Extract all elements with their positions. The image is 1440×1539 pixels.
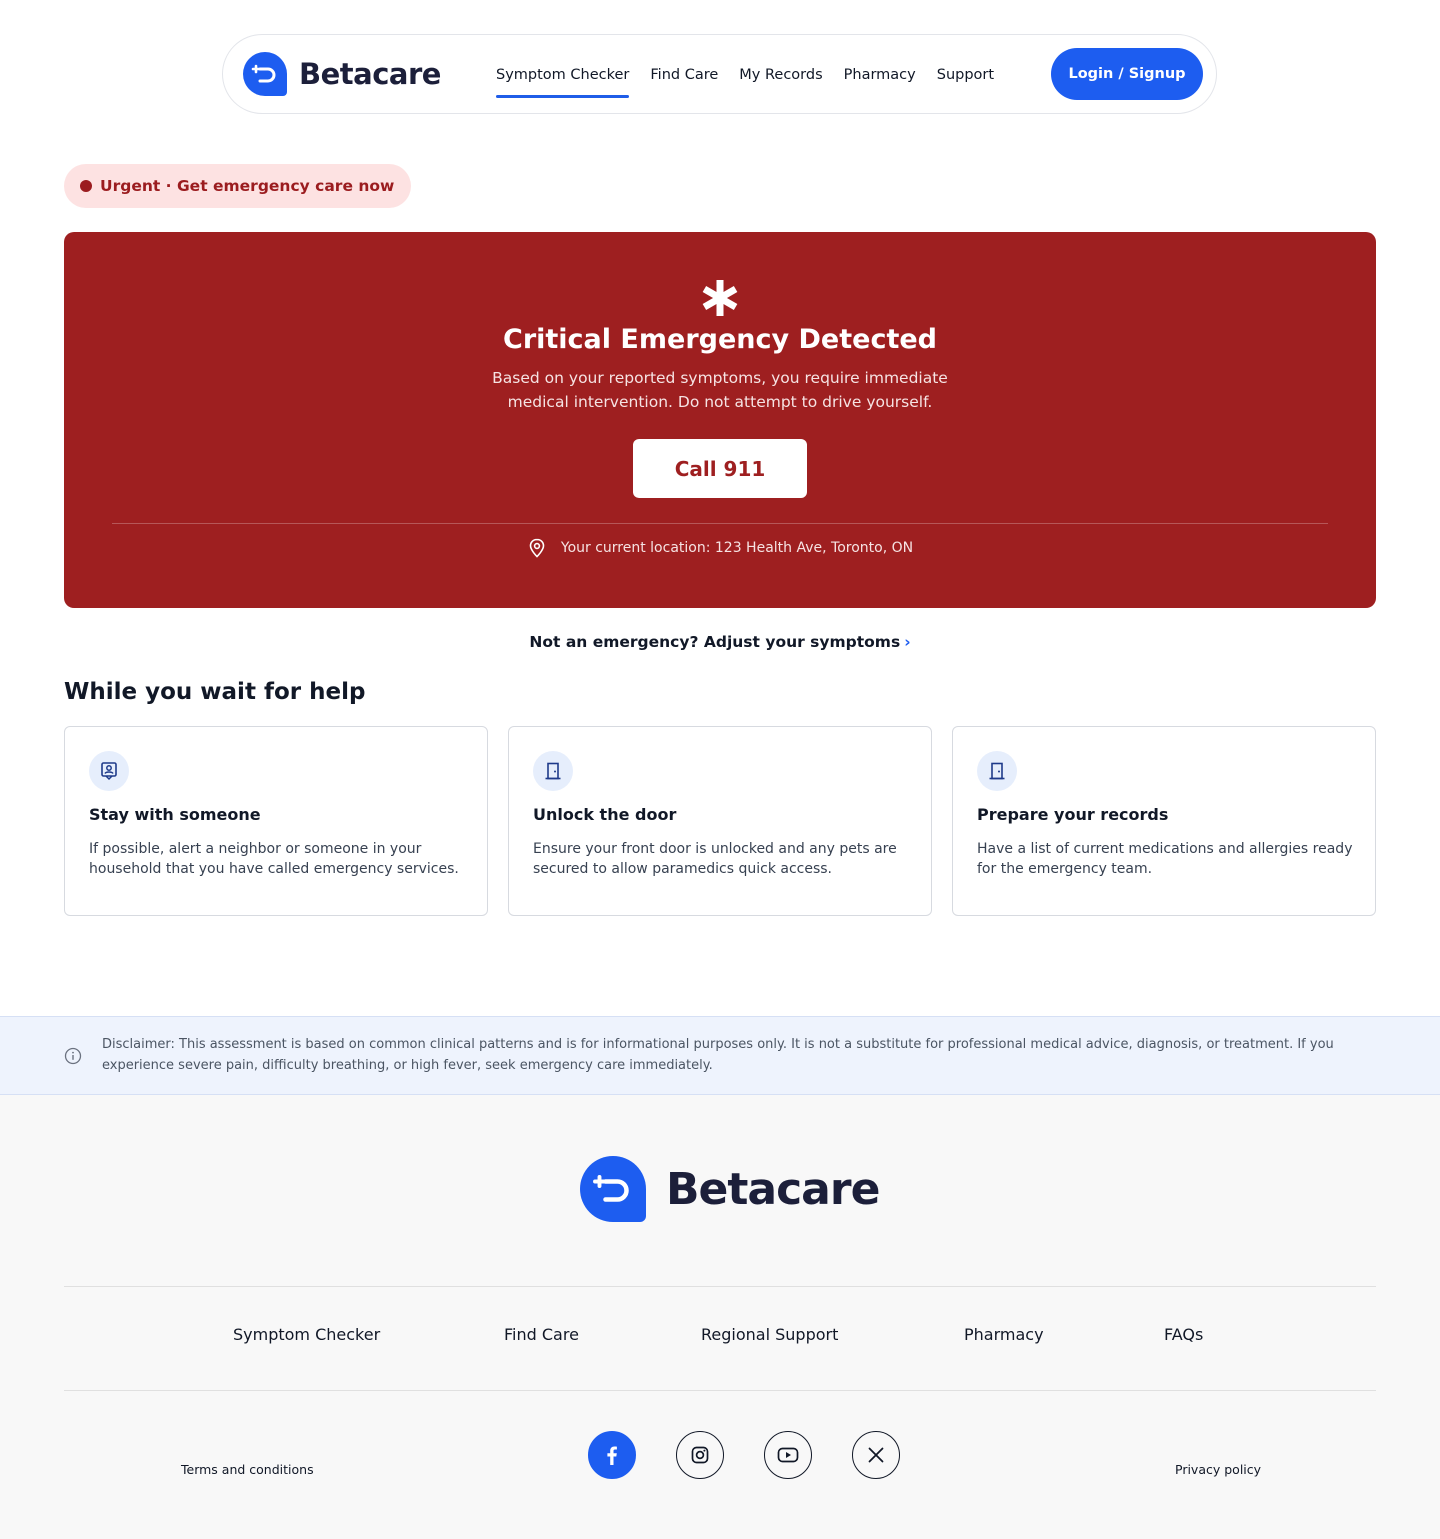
urgent-dot-icon	[80, 180, 92, 192]
location-pin-icon	[529, 538, 545, 558]
nav-find-care[interactable]: Find Care	[650, 35, 718, 115]
card-text: Ensure your front door is unlocked and a…	[533, 841, 897, 877]
wait-card-prepare-records: Prepare your records Have a list of curr…	[952, 726, 1376, 916]
location-text: Your current location: 123 Health Ave, T…	[560, 540, 914, 556]
betacare-logo-icon	[580, 1156, 646, 1222]
wait-section-title: While you wait for help	[64, 679, 366, 705]
footer-brand-name: Betacare	[666, 1163, 880, 1215]
adjust-symptoms-link[interactable]: Not an emergency? Adjust your symptoms ›	[0, 633, 1440, 651]
asterisk-icon	[702, 280, 738, 316]
adjust-symptoms-label: Not an emergency? Adjust your symptoms	[529, 633, 901, 651]
current-location: Your current location: 123 Health Ave, T…	[64, 538, 1376, 558]
login-signup-button[interactable]: Login / Signup	[1051, 48, 1203, 100]
brand[interactable]: Betacare	[243, 52, 441, 96]
door-icon	[533, 751, 573, 791]
urgent-badge-text: Urgent · Get emergency care now	[100, 177, 395, 195]
footer-link-regional-support[interactable]: Regional Support	[701, 1325, 838, 1344]
betacare-logo-icon	[243, 52, 287, 96]
emergency-panel: Critical Emergency Detected Based on you…	[64, 232, 1376, 608]
main-nav: Symptom Checker Find Care My Records Pha…	[496, 35, 1015, 115]
person-badge-icon	[89, 751, 129, 791]
footer-link-faqs[interactable]: FAQs	[1164, 1325, 1203, 1344]
nav-symptom-checker[interactable]: Symptom Checker	[496, 35, 630, 115]
disclaimer-banner: Disclaimer: This assessment is based on …	[0, 1016, 1440, 1095]
urgent-badge: Urgent · Get emergency care now	[64, 164, 412, 208]
emergency-title: Critical Emergency Detected	[503, 324, 937, 355]
footer-link-find-care[interactable]: Find Care	[504, 1325, 579, 1344]
card-title: Unlock the door	[533, 805, 677, 824]
top-navbar: Betacare Symptom Checker Find Care My Re…	[222, 34, 1217, 114]
nav-my-records[interactable]: My Records	[739, 35, 822, 115]
privacy-link[interactable]: Privacy policy	[1175, 1462, 1261, 1477]
info-icon	[64, 1047, 82, 1065]
emergency-divider	[112, 523, 1328, 524]
chevron-right-icon: ›	[904, 633, 911, 651]
call-911-button[interactable]: Call 911	[633, 439, 807, 498]
card-title: Stay with someone	[89, 805, 261, 824]
wait-card-unlock-door: Unlock the door Ensure your front door i…	[508, 726, 932, 916]
nav-support[interactable]: Support	[937, 35, 994, 115]
emergency-description: Based on your reported symptoms, you req…	[492, 369, 948, 411]
nav-pharmacy[interactable]: Pharmacy	[844, 35, 916, 115]
card-title: Prepare your records	[977, 805, 1169, 824]
footer: Betacare Symptom Checker Find Care Regio…	[0, 1095, 1440, 1539]
footer-link-pharmacy[interactable]: Pharmacy	[964, 1325, 1044, 1344]
brand-name: Betacare	[299, 57, 441, 91]
footer-divider	[64, 1390, 1376, 1391]
footer-link-symptom-checker[interactable]: Symptom Checker	[233, 1325, 380, 1344]
footer-brand[interactable]: Betacare	[580, 1155, 880, 1223]
x-icon[interactable]	[852, 1431, 900, 1479]
terms-link[interactable]: Terms and conditions	[181, 1462, 314, 1477]
door-icon	[977, 751, 1017, 791]
card-text: If possible, alert a neighbor or someone…	[89, 841, 459, 877]
disclaimer-text: Disclaimer: This assessment is based on …	[102, 1037, 1334, 1073]
youtube-icon[interactable]	[764, 1431, 812, 1479]
card-text: Have a list of current medications and a…	[977, 841, 1353, 877]
wait-card-stay-with-someone: Stay with someone If possible, alert a n…	[64, 726, 488, 916]
instagram-icon[interactable]	[676, 1431, 724, 1479]
footer-divider	[64, 1286, 1376, 1287]
facebook-icon[interactable]	[588, 1431, 636, 1479]
